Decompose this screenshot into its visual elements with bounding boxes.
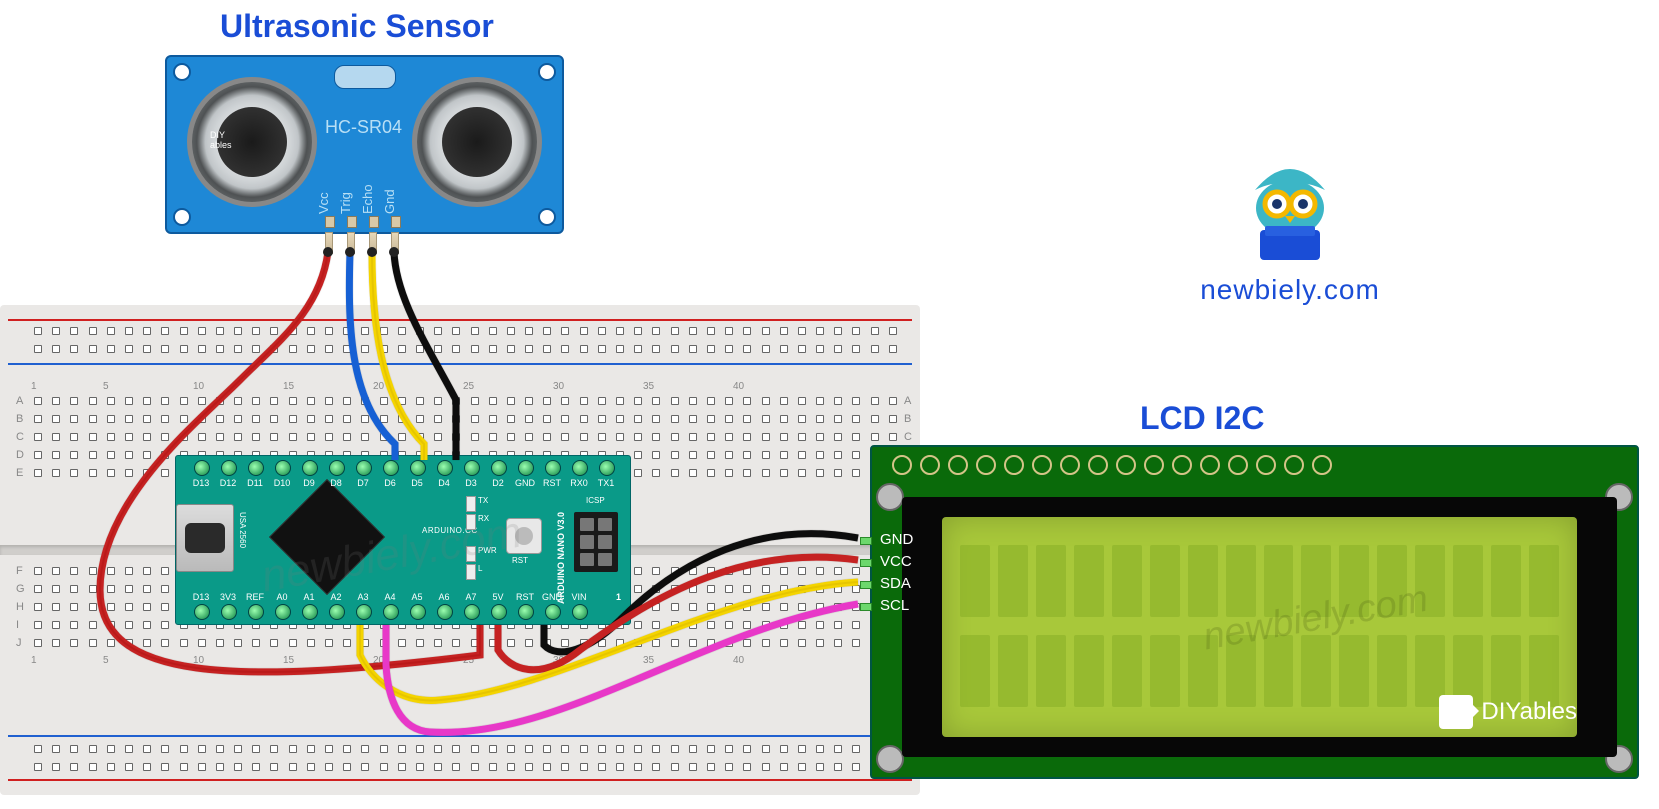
us-pin-vcc-label: Vcc <box>316 192 331 214</box>
logo-text: newbiely.com <box>1190 274 1390 306</box>
nano-pin-a1-b <box>302 604 318 620</box>
us-pin-gnd-label: Gnd <box>382 189 397 214</box>
nano-pin-3v3-b <box>221 604 237 620</box>
lcd-header-pads <box>892 455 1332 475</box>
lcd-title: LCD I2C <box>1140 400 1264 437</box>
ultrasonic-title: Ultrasonic Sensor <box>220 8 494 45</box>
us-pin-echo-label: Echo <box>360 184 375 214</box>
nano-pin-a3-b <box>356 604 372 620</box>
nano-pin-a7-b <box>464 604 480 620</box>
nano-pin-a5-b <box>410 604 426 620</box>
lcd-brand-logo: DIYables <box>1439 695 1577 729</box>
us-pin-trig <box>347 232 355 254</box>
lcd-bezel: newbiely.com DIYables <box>902 497 1617 757</box>
lcd-module: newbiely.com DIYables GND VCC SDA SCL <box>870 445 1639 779</box>
us-pin-vcc <box>325 232 333 254</box>
ultrasonic-transducer-left: DIYables <box>187 77 317 207</box>
nano-pin-gnd-b <box>545 604 561 620</box>
us-pin-gnd <box>391 232 399 254</box>
ultrasonic-model-label: HC-SR04 <box>325 117 402 138</box>
nano-pin-a6-b <box>437 604 453 620</box>
nano-pin-d13-b <box>194 604 210 620</box>
owl-icon <box>1235 160 1345 270</box>
nano-pin-a4-b <box>383 604 399 620</box>
lcd-pin-vcc <box>860 559 872 567</box>
ultrasonic-transducer-right <box>412 77 542 207</box>
lcd-pin-sda <box>860 581 872 589</box>
us-pin-trig-label: Trig <box>338 192 353 214</box>
us-pin-echo <box>369 232 377 254</box>
nano-pin-vin-b <box>572 604 588 620</box>
nano-pin-5v-b <box>491 604 507 620</box>
site-logo: newbiely.com <box>1190 160 1390 306</box>
lcd-pin-scl <box>860 603 872 611</box>
lcd-pin-gnd <box>860 537 872 545</box>
nano-pin-rst-b <box>518 604 534 620</box>
nano-pin-a2-b <box>329 604 345 620</box>
nano-pin-ref-b <box>248 604 264 620</box>
nano-pin-a0-b <box>275 604 291 620</box>
ultrasonic-sensor: DIYables HC-SR04 Vcc Trig Echo Gnd <box>165 55 564 234</box>
